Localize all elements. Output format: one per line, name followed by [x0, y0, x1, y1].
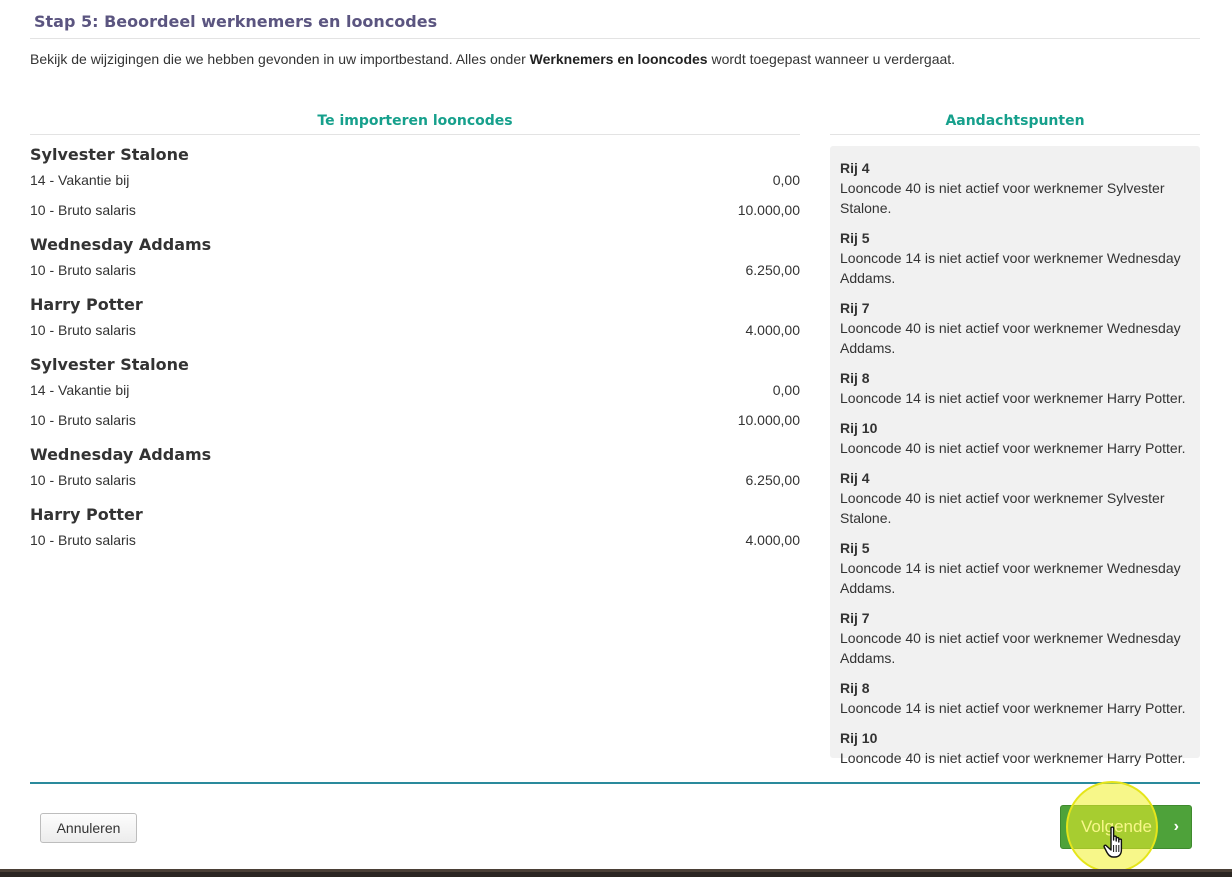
intro-text-start: Bekijk de wijzigingen die we hebben gevo… — [30, 51, 530, 67]
wage-code-row: 10 - Bruto salaris 4.000,00 — [30, 525, 800, 555]
wage-code-label: 10 - Bruto salaris — [30, 412, 136, 428]
note-row-number: Rij 7 — [840, 300, 870, 316]
next-button[interactable]: Volgende › — [1060, 805, 1192, 849]
chevron-right-icon: › — [1173, 818, 1179, 835]
note-row-number: Rij 4 — [840, 470, 870, 486]
note-row-number: Rij 4 — [840, 160, 870, 176]
employee-name: Harry Potter — [30, 505, 143, 524]
wage-code-amount: 4.000,00 — [745, 322, 801, 338]
bottom-frame-bar — [0, 869, 1232, 877]
wage-code-amount: 4.000,00 — [745, 532, 801, 548]
attention-notes-box: Rij 4 Looncode 40 is niet actief voor wer… — [830, 146, 1200, 766]
employee-name: Sylvester Stalone — [30, 145, 189, 164]
attention-note: Rij 8 Looncode 14 is niet actief voor wer… — [840, 678, 1190, 718]
employee-name: Sylvester Stalone — [30, 355, 189, 374]
wage-code-amount: 10.000,00 — [737, 202, 800, 218]
wage-code-row: 10 - Bruto salaris 6.250,00 — [30, 465, 800, 495]
import-codes-heading: Te importeren looncodes — [30, 110, 800, 135]
step-title: Stap 5: Beoordeel werknemers en looncode… — [34, 12, 438, 31]
wage-code-amount: 10.000,00 — [737, 412, 800, 428]
note-message: Looncode 14 is niet actief voor werkneme… — [840, 390, 1186, 406]
next-button-label: Volgende — [1081, 817, 1152, 836]
attention-note: Rij 4 Looncode 40 is niet actief voor wer… — [840, 158, 1190, 218]
note-row-number: Rij 7 — [840, 610, 870, 626]
attention-note: Rij 4 Looncode 40 is niet actief voor wer… — [840, 468, 1190, 528]
note-row-number: Rij 8 — [840, 370, 870, 386]
footer-divider — [30, 782, 1200, 784]
wage-code-row: 14 - Vakantie bij 0,00 — [30, 375, 800, 405]
note-message: Looncode 40 is niet actief voor werkneme… — [840, 320, 1181, 356]
note-row-number: Rij 5 — [840, 540, 870, 556]
wage-code-label: 10 - Bruto salaris — [30, 322, 136, 338]
wage-code-amount: 0,00 — [772, 172, 800, 188]
note-row-number: Rij 5 — [840, 230, 870, 246]
intro-text-bold: Werknemers en looncodes — [529, 51, 708, 67]
wage-code-amount: 0,00 — [772, 382, 800, 398]
wage-code-label: 14 - Vakantie bij — [30, 172, 130, 188]
wage-code-row: 14 - Vakantie bij 0,00 — [30, 165, 800, 195]
note-message: Looncode 40 is niet actief voor werkneme… — [840, 180, 1165, 216]
wage-code-label: 10 - Bruto salaris — [30, 202, 136, 218]
cancel-button[interactable]: Annuleren — [40, 813, 137, 843]
note-message: Looncode 40 is niet actief voor werkneme… — [840, 490, 1165, 526]
wage-code-amount: 6.250,00 — [745, 262, 801, 278]
wage-code-label: 14 - Vakantie bij — [30, 382, 130, 398]
note-message: Looncode 14 is niet actief voor werkneme… — [840, 250, 1181, 286]
note-row-number: Rij 10 — [840, 730, 878, 746]
wage-code-label: 10 - Bruto salaris — [30, 532, 136, 548]
attention-note: Rij 8 Looncode 14 is niet actief voor wer… — [840, 368, 1190, 408]
attention-note: Rij 10 Looncode 40 is niet actief voor we… — [840, 728, 1190, 768]
step-header: Stap 5: Beoordeel werknemers en looncode… — [30, 10, 1200, 39]
import-review-page: Stap 5: Beoordeel werknemers en looncode… — [0, 0, 1232, 877]
attention-note: Rij 5 Looncode 14 is niet actief voor wer… — [840, 228, 1190, 288]
wage-code-row: 10 - Bruto salaris 10.000,00 — [30, 195, 800, 225]
wage-code-label: 10 - Bruto salaris — [30, 262, 136, 278]
wage-code-row: 10 - Bruto salaris 6.250,00 — [30, 255, 800, 285]
note-message: Looncode 14 is niet actief voor werkneme… — [840, 560, 1181, 596]
attention-note: Rij 5 Looncode 14 is niet actief voor wer… — [840, 538, 1190, 598]
note-message: Looncode 40 is niet actief voor werkneme… — [840, 750, 1186, 766]
attention-note: Rij 10 Looncode 40 is niet actief voor we… — [840, 418, 1190, 458]
employee-name: Harry Potter — [30, 295, 143, 314]
wage-code-amount: 6.250,00 — [745, 472, 801, 488]
attention-note: Rij 7 Looncode 40 is niet actief voor wer… — [840, 298, 1190, 358]
wage-code-row: 10 - Bruto salaris 10.000,00 — [30, 405, 800, 435]
intro-text: Bekijk de wijzigingen die we hebben gevo… — [30, 51, 955, 67]
note-message: Looncode 14 is niet actief voor werkneme… — [840, 700, 1186, 716]
note-row-number: Rij 8 — [840, 680, 870, 696]
note-message: Looncode 40 is niet actief voor werkneme… — [840, 630, 1181, 666]
intro-text-end: wordt toegepast wanneer u verdergaat. — [707, 51, 956, 67]
attention-note: Rij 7 Looncode 40 is niet actief voor wer… — [840, 608, 1190, 668]
import-codes-panel: Te importeren looncodes Sylvester Stalon… — [30, 110, 800, 555]
attention-panel: Aandachtspunten Rij 4 Looncode 40 is niet… — [830, 110, 1200, 766]
note-message: Looncode 40 is niet actief voor werkneme… — [840, 440, 1186, 456]
bottom-frame-bar-highlight — [0, 869, 1232, 872]
wage-code-label: 10 - Bruto salaris — [30, 472, 136, 488]
wage-code-row: 10 - Bruto salaris 4.000,00 — [30, 315, 800, 345]
employee-code-list: Sylvester Stalone 14 - Vakantie bij 0,00 10… — [30, 135, 800, 555]
employee-name: Wednesday Addams — [30, 235, 212, 254]
note-row-number: Rij 10 — [840, 420, 878, 436]
attention-heading: Aandachtspunten — [830, 110, 1200, 135]
employee-name: Wednesday Addams — [30, 445, 212, 464]
